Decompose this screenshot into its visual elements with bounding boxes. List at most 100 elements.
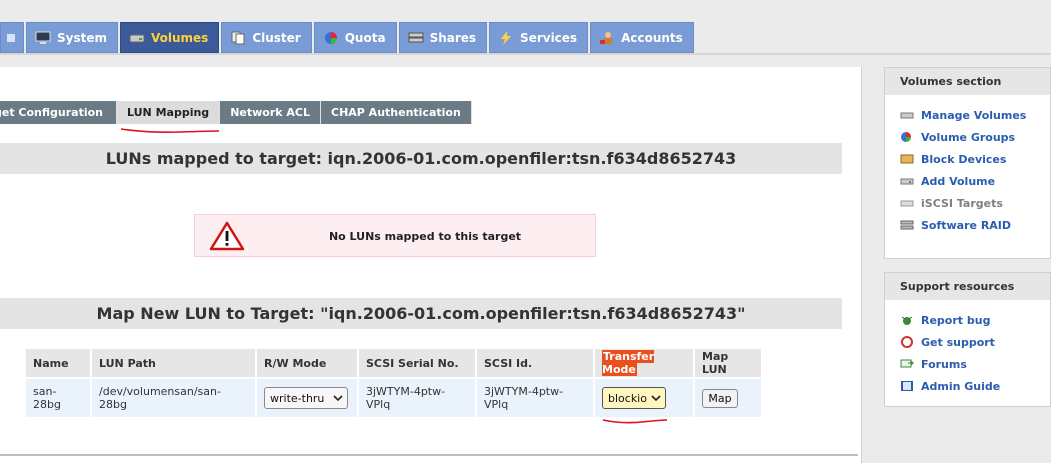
transfer-mode-select[interactable]: blockio (602, 387, 666, 409)
transfer-mode-highlight: Transfer Mode (602, 350, 655, 376)
volumes-section-box: Volumes section Manage Volumes Volume Gr… (884, 67, 1051, 259)
raid-icon (900, 220, 914, 230)
support-resources-title: Support resources (885, 273, 1050, 300)
tab-label: Accounts (621, 30, 683, 45)
col-lun-path: LUN Path (92, 349, 255, 377)
volumes-section-title: Volumes section (885, 68, 1050, 95)
tab-chap-authentication[interactable]: CHAP Authentication (321, 101, 472, 124)
pie-chart-icon (324, 31, 337, 44)
map-new-lun-title: Map New LUN to Target: "iqn.2006-01.com.… (0, 298, 842, 329)
nav-tab-partial[interactable] (0, 22, 24, 53)
link-label: Admin Guide (921, 379, 1001, 393)
link-label: iSCSI Targets (921, 196, 1003, 210)
warning-box: No LUNs mapped to this target (194, 214, 596, 257)
tab-label: Cluster (252, 30, 301, 45)
section-divider (0, 454, 858, 456)
openfiler-page: System Volumes Cluster Quota Shares Serv… (0, 0, 1051, 463)
link-forums[interactable]: Forums (900, 353, 1050, 375)
link-block-devices[interactable]: Block Devices (900, 148, 1050, 170)
link-label: Get support (921, 335, 995, 349)
red-underline-annotation (120, 128, 220, 133)
users-icon (600, 31, 613, 44)
tab-label: Services (520, 30, 578, 45)
bug-icon (901, 316, 913, 325)
tab-accounts[interactable]: Accounts (590, 22, 694, 53)
monitor-icon (35, 31, 51, 44)
forums-icon (900, 359, 914, 368)
cell-name: san-28bg (26, 379, 90, 417)
tab-shares[interactable]: Shares (398, 22, 488, 53)
col-name: Name (26, 349, 90, 377)
disk-icon (900, 112, 914, 119)
link-report-bug[interactable]: Report bug (900, 309, 1050, 331)
link-label: Volume Groups (921, 130, 1016, 144)
support-resources-box: Support resources Report bug Get support… (884, 272, 1051, 407)
col-transfer-mode: Transfer Mode (595, 349, 693, 377)
table-header-row: Name LUN Path R/W Mode SCSI Serial No. S… (26, 349, 761, 377)
chevron-down-icon (333, 394, 343, 401)
support-icon (901, 336, 913, 348)
disk-icon (129, 34, 145, 42)
tab-lun-mapping[interactable]: LUN Mapping (117, 101, 221, 124)
link-volume-groups[interactable]: Volume Groups (900, 126, 1050, 148)
col-rw-mode: R/W Mode (257, 349, 357, 377)
chevron-down-icon (651, 394, 661, 401)
warning-message: No LUNs mapped to this target (328, 230, 522, 243)
map-button[interactable]: Map (702, 388, 738, 408)
cell-scsi-id: 3jWTYM-4ptw-VPlq (477, 379, 593, 417)
volumes-links: Manage Volumes Volume Groups Block Devic… (885, 95, 1050, 236)
cell-serial: 3jWTYM-4ptw-VPlq (359, 379, 475, 417)
lightning-icon (501, 30, 512, 45)
rw-mode-value: write-thru (270, 391, 325, 405)
nav-divider (0, 53, 1051, 55)
home-icon (7, 33, 15, 42)
link-label: Software RAID (921, 218, 1012, 232)
iscsi-icon (900, 200, 914, 207)
link-get-support[interactable]: Get support (900, 331, 1050, 353)
red-underline-annotation (602, 419, 668, 424)
volume-group-icon (901, 132, 911, 142)
tab-label: Shares (429, 30, 477, 45)
link-label: Add Volume (921, 174, 996, 188)
table-row: san-28bg /dev/volumensan/san-28bg write-… (26, 379, 761, 417)
transfer-mode-value: blockio (608, 391, 647, 405)
tab-volumes[interactable]: Volumes (120, 22, 220, 53)
main-panel: Target Configuration LUN Mapping Network… (0, 67, 862, 463)
col-map-lun: Map LUN (695, 349, 761, 377)
cluster-icon (231, 31, 245, 44)
link-label: Forums (921, 357, 967, 371)
sub-tabs: Target Configuration LUN Mapping Network… (0, 101, 472, 124)
block-device-icon (900, 154, 914, 164)
lun-table: Name LUN Path R/W Mode SCSI Serial No. S… (24, 347, 763, 419)
col-serial: SCSI Serial No. (359, 349, 475, 377)
tab-target-configuration[interactable]: Target Configuration (0, 101, 117, 124)
server-icon (408, 32, 424, 42)
col-scsi-id: SCSI Id. (477, 349, 593, 377)
link-manage-volumes[interactable]: Manage Volumes (900, 104, 1050, 126)
tab-system[interactable]: System (26, 22, 118, 53)
link-label: Manage Volumes (921, 108, 1027, 122)
link-label: Report bug (921, 313, 991, 327)
cell-lun-path: /dev/volumensan/san-28bg (92, 379, 255, 417)
cell-map-lun: Map (695, 379, 761, 417)
add-disk-icon (900, 178, 914, 185)
cell-transfer-mode: blockio (595, 379, 693, 417)
book-icon (901, 381, 913, 391)
tab-quota[interactable]: Quota (313, 22, 397, 53)
tab-label: System (57, 30, 107, 45)
tab-network-acl[interactable]: Network ACL (220, 101, 321, 124)
main-nav: System Volumes Cluster Quota Shares Serv… (0, 22, 696, 53)
warning-icon (209, 221, 245, 251)
link-software-raid[interactable]: Software RAID (900, 214, 1050, 236)
tab-label: Volumes (151, 30, 209, 45)
cell-rw-mode: write-thru (257, 379, 357, 417)
support-links: Report bug Get support Forums Admin Guid… (885, 300, 1050, 397)
tab-services[interactable]: Services (489, 22, 589, 53)
link-iscsi-targets[interactable]: iSCSI Targets (900, 192, 1050, 214)
link-admin-guide[interactable]: Admin Guide (900, 375, 1050, 397)
tab-label: Quota (344, 30, 386, 45)
mapped-luns-title: LUNs mapped to target: iqn.2006-01.com.o… (0, 143, 842, 174)
link-add-volume[interactable]: Add Volume (900, 170, 1050, 192)
tab-cluster[interactable]: Cluster (221, 22, 312, 53)
rw-mode-select[interactable]: write-thru (264, 387, 348, 409)
